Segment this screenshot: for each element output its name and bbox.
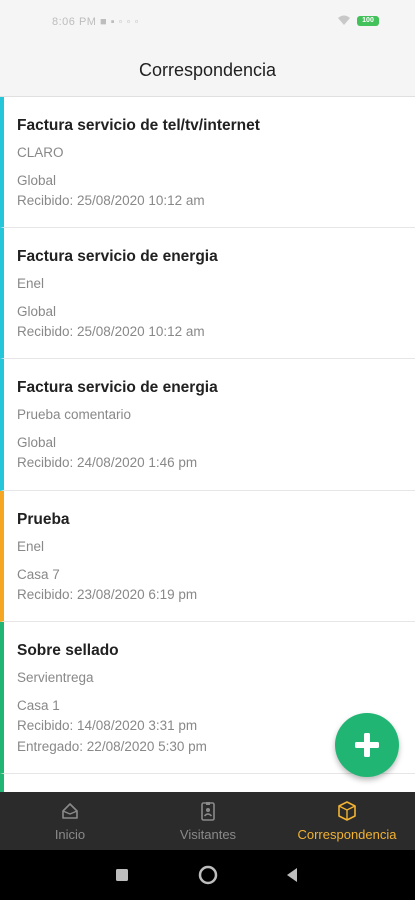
correspondence-list[interactable]: Factura servicio de tel/tv/internet CLAR… — [0, 97, 415, 792]
item-title: Factura servicio de tel/tv/internet — [17, 117, 260, 134]
badge-icon — [201, 802, 215, 821]
item-delivered: Entregado: 22/08/2020 5:30 pm — [17, 739, 207, 754]
status-bar: 8:06 PM ■ ▪ ◦ ◦ ◦ 100 — [0, 0, 415, 44]
item-sender: Servientrega — [17, 670, 94, 685]
tab-visitantes-label: Visitantes — [179, 827, 237, 842]
tab-inicio[interactable]: Inicio — [20, 792, 120, 850]
list-item[interactable]: Factura servicio de energia Enel Global … — [0, 228, 415, 359]
item-location: Casa 1 — [17, 698, 60, 713]
item-sender: Prueba comentario — [17, 407, 132, 422]
bottom-nav: Inicio Visitantes Correspondencia — [0, 792, 415, 850]
tab-inicio-label: Inicio — [54, 827, 86, 842]
item-location: Casa 7 — [17, 567, 60, 582]
home-button[interactable] — [198, 865, 218, 885]
list-item[interactable]: Prueba Enel Casa 7 Recibido: 23/08/2020 … — [0, 491, 415, 622]
tab-correspondencia[interactable]: Correspondencia — [285, 792, 409, 850]
list-item[interactable] — [0, 774, 415, 792]
recents-button[interactable] — [115, 868, 129, 882]
item-received: Recibido: 25/08/2020 10:12 am — [17, 193, 205, 208]
battery-icon: 100 — [357, 15, 379, 26]
tab-visitantes[interactable]: Visitantes — [158, 792, 258, 850]
item-received: Recibido: 25/08/2020 10:12 am — [17, 324, 205, 339]
item-title: Factura servicio de energia — [17, 379, 218, 396]
item-location: Global — [17, 435, 57, 450]
item-sender: Enel — [17, 539, 45, 554]
back-button[interactable] — [285, 867, 299, 883]
status-indicators: 100 — [337, 15, 379, 26]
item-received: Recibido: 24/08/2020 1:46 pm — [17, 455, 198, 470]
item-title: Factura servicio de energia — [17, 248, 218, 265]
add-correspondence-button[interactable] — [335, 713, 399, 777]
item-location: Global — [17, 173, 57, 188]
tab-correspondencia-label: Correspondencia — [297, 827, 397, 842]
item-received: Recibido: 14/08/2020 3:31 pm — [17, 718, 198, 733]
item-title: Sobre sellado — [17, 642, 119, 659]
item-title: Prueba — [17, 511, 70, 528]
item-received: Recibido: 23/08/2020 6:19 pm — [17, 587, 198, 602]
home-icon — [62, 803, 78, 819]
item-sender: CLARO — [17, 145, 64, 160]
plus-icon — [355, 733, 379, 757]
status-time: 8:06 PM ■ ▪ ◦ ◦ ◦ — [52, 16, 139, 28]
item-sender: Enel — [17, 276, 45, 291]
package-icon — [338, 801, 356, 821]
list-item[interactable]: Factura servicio de energia Prueba comen… — [0, 359, 415, 491]
item-location: Global — [17, 304, 57, 319]
page-title: Correspondencia — [138, 60, 277, 80]
app-header: Correspondencia — [0, 44, 415, 97]
wifi-icon — [338, 15, 350, 25]
list-item[interactable]: Factura servicio de tel/tv/internet CLAR… — [0, 97, 415, 228]
system-nav-bar — [0, 850, 415, 900]
